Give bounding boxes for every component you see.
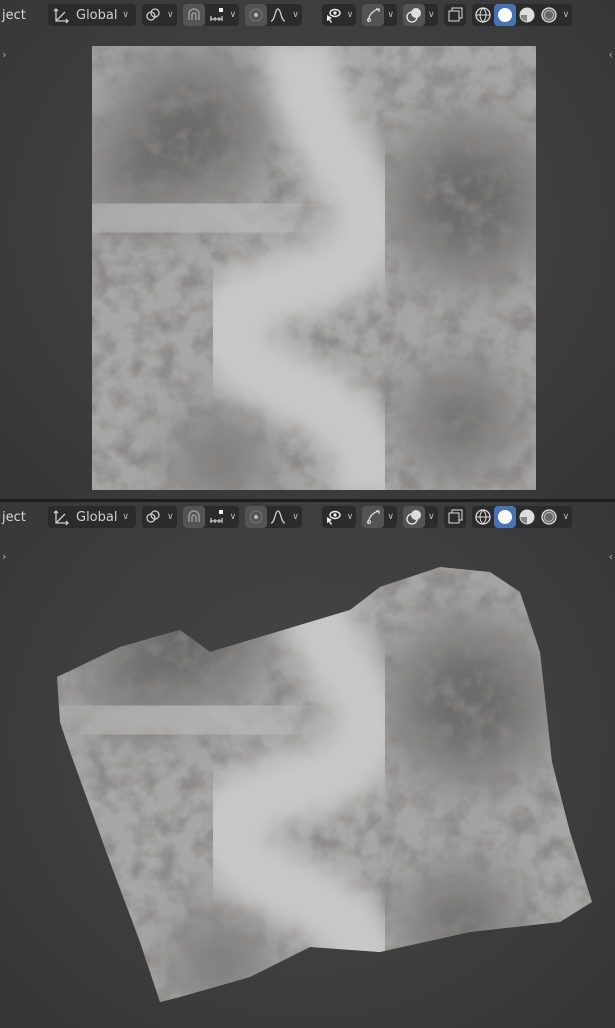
terrain-top-view	[92, 46, 536, 490]
terrain-perspective-view	[57, 567, 592, 1002]
viewport-perspective[interactable]: ject Global ∨ ∨ ∨ ∨ ∨ ∨ ∨ ∨ › ‹	[0, 502, 615, 1028]
viewport-top[interactable]: ject Global ∨ ∨ ∨ ∨ ∨ ∨ ∨ ∨ › ‹	[0, 0, 615, 499]
